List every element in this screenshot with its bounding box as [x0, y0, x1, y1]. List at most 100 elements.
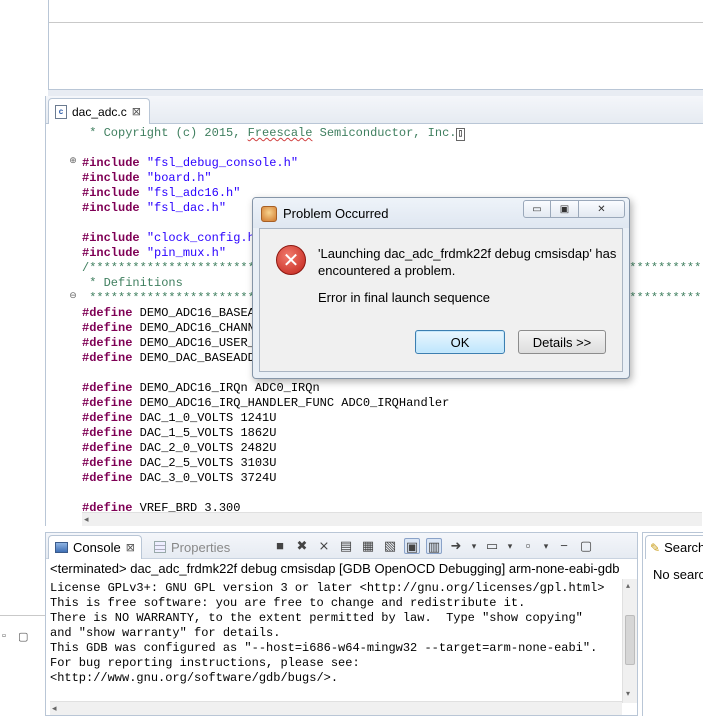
pin-console-icon[interactable]: ▦ — [360, 538, 376, 554]
code-line: #include "pin_mux.h" — [82, 246, 226, 261]
code-token: #define — [82, 411, 133, 425]
top-view-panel — [48, 0, 703, 90]
maximize-icon: ▣ — [559, 203, 570, 215]
maximize-icon[interactable]: ▢ — [18, 630, 28, 643]
display-console-menu-icon[interactable]: ▾ — [470, 538, 478, 554]
terminate-icon[interactable]: ■ — [272, 538, 288, 554]
code-token: #include — [82, 231, 140, 245]
scroll-left-icon[interactable]: ◂ — [52, 703, 57, 714]
code-line: #define DAC_1_5_VOLTS 1862U — [82, 426, 276, 441]
close-icon[interactable]: ⊠ — [126, 541, 135, 554]
code-token: "board.h" — [146, 171, 212, 185]
details-button[interactable]: Details >> — [518, 330, 606, 354]
code-token: #define — [82, 351, 133, 365]
console-vertical-scrollbar[interactable]: ▴ ▾ — [622, 579, 637, 703]
code-line: #include "board.h" — [82, 171, 212, 186]
scroll-up-icon[interactable]: ▴ — [626, 581, 630, 590]
console-view: Console ⊠ Properties ■ ✖ ⨯ ▤ ▦ ▧ ▣ ▥ ➜ ▾ ▭ ▾ ▫ ▾ − ▢ <t… — [45, 532, 638, 716]
code-token: #define — [82, 471, 133, 485]
code-token: #define — [82, 396, 133, 410]
console-output[interactable]: License GPLv3+: GNU GPL version 3 or lat… — [50, 581, 624, 701]
tab-dac-adc-c[interactable]: c dac_adc.c ⊠ — [48, 98, 150, 124]
code-token: * Definitions — [82, 276, 183, 290]
maximize-button[interactable]: ▣ — [551, 200, 579, 218]
code-token: DAC_3_0_VOLTS 3724U — [132, 471, 277, 485]
code-line: * Copyright (c) 2015, Freescale Semicond… — [82, 126, 465, 141]
scroll-lock-icon[interactable]: ▤ — [338, 538, 354, 554]
view-menu-icon[interactable]: ▫ — [520, 538, 536, 554]
code-token: #define — [82, 426, 133, 440]
word-wrap-icon[interactable]: ▧ — [382, 538, 398, 554]
code-line: #include "fsl_dac.h" — [82, 201, 226, 216]
console-horizontal-scrollbar[interactable]: ◂ — [50, 701, 622, 715]
scroll-down-icon[interactable]: ▾ — [626, 689, 630, 698]
code-line: #include "fsl_adc16.h" — [82, 186, 240, 201]
scrollbar-thumb[interactable] — [625, 615, 635, 665]
code-token: VREF_BRD 3.300 — [132, 501, 241, 512]
editor-horizontal-scrollbar[interactable]: ◂ — [82, 512, 702, 526]
error-detail: Error in final launch sequence — [318, 290, 490, 305]
scroll-left-icon[interactable]: ◂ — [84, 514, 89, 525]
code-token: #define — [82, 501, 133, 512]
display-console-icon[interactable]: ➜ — [448, 538, 464, 554]
code-line: #define DAC_3_0_VOLTS 3724U — [82, 471, 276, 486]
code-token: #include — [82, 246, 140, 260]
minimize-icon: ▭ — [532, 203, 542, 215]
code-token: "fsl_debug_console.h" — [146, 156, 299, 170]
left-panel-strip — [0, 0, 45, 716]
code-line: #include "clock_config.h" — [82, 231, 262, 246]
code-token: DAC_1_5_VOLTS 1862U — [132, 426, 277, 440]
open-console-icon[interactable]: ▭ — [484, 538, 500, 554]
tab-console[interactable]: Console ⊠ — [48, 535, 142, 559]
code-token: ▯ — [456, 128, 465, 141]
tab-search[interactable]: ✎ Search — [645, 535, 703, 559]
dialog-body: ✕ 'Launching dac_adc_frdmk22f debug cmsi… — [259, 228, 623, 372]
code-token: #define — [82, 381, 133, 395]
console-line: This is free software: you are free to c… — [50, 596, 526, 610]
window-controls: ▭ ▣ ✕ — [523, 200, 625, 218]
show-stderr-icon[interactable]: ▥ — [426, 538, 442, 554]
fold-collapse-icon[interactable]: ⊖ — [68, 290, 78, 300]
close-button[interactable]: ✕ — [579, 200, 625, 218]
dialog-title-bar[interactable]: Problem Occurred ▭ ▣ ✕ — [253, 198, 629, 228]
console-tab-label: Console — [73, 540, 121, 555]
show-stdout-icon[interactable]: ▣ — [404, 538, 420, 554]
left-panel-separator — [0, 615, 45, 616]
code-token: Semiconductor, Inc. — [312, 126, 457, 140]
code-line: #define DEMO_ADC16_IRQ_HANDLER_FUNC ADC0… — [82, 396, 449, 411]
remove-all-icon[interactable]: ⨯ — [316, 538, 332, 554]
remove-launch-icon[interactable]: ✖ — [294, 538, 310, 554]
console-icon — [55, 542, 68, 553]
editor-tab-label: dac_adc.c — [72, 104, 127, 119]
console-line: License GPLv3+: GNU GPL version 3 or lat… — [50, 581, 605, 595]
fold-expand-icon[interactable]: ⊕ — [68, 155, 78, 165]
console-line: For bug reporting instructions, please s… — [50, 656, 360, 670]
code-token: #define — [82, 441, 133, 455]
close-icon: ✕ — [597, 203, 606, 215]
search-empty-text: No search results available. — [653, 567, 703, 582]
maximize-icon[interactable]: ▢ — [578, 538, 594, 554]
code-token: #include — [82, 201, 140, 215]
minimize-icon[interactable]: − — [556, 538, 572, 554]
view-menu-dropdown-icon[interactable]: ▾ — [542, 538, 550, 554]
open-console-menu-icon[interactable]: ▾ — [506, 538, 514, 554]
close-icon[interactable]: ⊠ — [132, 105, 141, 118]
tab-properties[interactable]: Properties — [148, 535, 236, 559]
top-view-divider — [49, 22, 703, 23]
problem-occurred-dialog: Problem Occurred ▭ ▣ ✕ ✕ 'Launching dac_… — [252, 197, 630, 379]
code-token: #include — [82, 171, 140, 185]
code-line: #define DAC_1_0_VOLTS 1241U — [82, 411, 276, 426]
code-token: #include — [82, 156, 140, 170]
ok-button[interactable]: OK — [415, 330, 505, 354]
minimize-icon[interactable]: ▫ — [2, 630, 6, 642]
code-token: "clock_config.h" — [146, 231, 263, 245]
code-line: #define DEMO_ADC16_IRQn ADC0_IRQn — [82, 381, 320, 396]
error-icon: ✕ — [276, 245, 306, 275]
minimize-button[interactable]: ▭ — [523, 200, 551, 218]
console-line: <http://www.gnu.org/software/gdb/bugs/>. — [50, 671, 339, 685]
code-token: #define — [82, 336, 133, 350]
